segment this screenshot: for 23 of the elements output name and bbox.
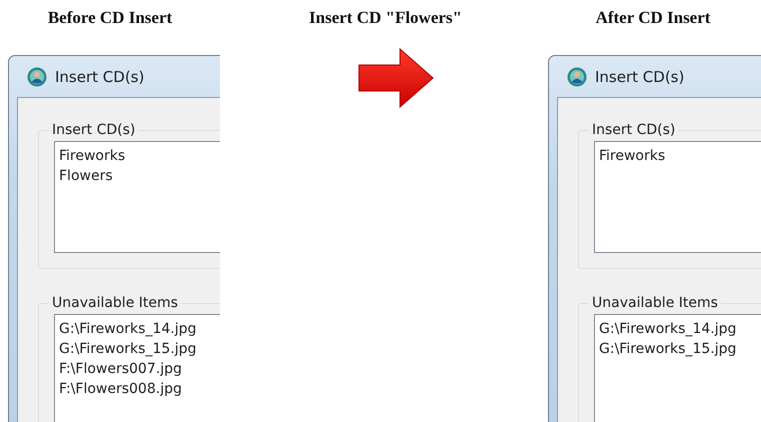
list-item[interactable]: G:\Fireworks_14.jpg (59, 319, 196, 339)
figure-caption: Before CD Insert (48, 8, 172, 29)
list-item[interactable]: Fireworks (599, 146, 666, 166)
list-item[interactable]: G:\Fireworks_15.jpg (59, 339, 196, 359)
list-item[interactable]: G:\Fireworks_15.jpg (599, 339, 736, 359)
window-title: Insert CD(s) (595, 68, 684, 86)
list-box[interactable]: Fireworks Flowers (54, 141, 220, 253)
list-item[interactable]: Fireworks (59, 146, 126, 166)
group-label: Insert CD(s) (589, 121, 678, 139)
figure-caption: After CD Insert (596, 8, 710, 29)
list-item[interactable]: F:\Flowers007.jpg (59, 359, 182, 379)
list-item[interactable]: F:\Flowers008.jpg (59, 379, 182, 399)
figure-caption: Insert CD "Flowers" (309, 8, 462, 29)
user-icon (27, 66, 47, 86)
user-icon (567, 66, 587, 86)
list-box[interactable]: Fireworks (594, 141, 761, 253)
right-arrow-icon (358, 48, 434, 108)
list-item[interactable]: G:\Fireworks_14.jpg (599, 319, 736, 339)
list-item[interactable]: Flowers (59, 166, 113, 186)
list-box[interactable]: G:\Fireworks_14.jpg G:\Fireworks_15.jpg (594, 314, 761, 422)
window-title: Insert CD(s) (55, 68, 144, 86)
list-box[interactable]: G:\Fireworks_14.jpg G:\Fireworks_15.jpg F:\Flowers007.jpg F:\Flowers008.jpg (54, 314, 220, 422)
group-label: Insert CD(s) (49, 121, 138, 139)
